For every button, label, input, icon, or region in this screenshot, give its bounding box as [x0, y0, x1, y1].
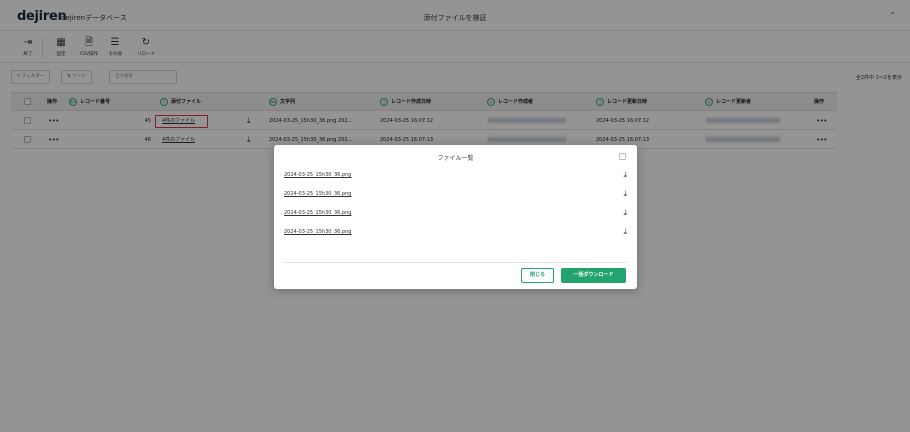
- list-item: 2024-03-25_15h30_36.png ⤓: [284, 189, 627, 201]
- file-link[interactable]: 2024-03-25_15h30_36.png: [284, 191, 351, 197]
- download-icon[interactable]: ⤓: [623, 227, 627, 237]
- file-list-dialog: ファイル一覧 2024-03-25_15h30_36.png ⤓ 2024-03…: [274, 145, 637, 289]
- file-link[interactable]: 2024-03-25_15h30_36.png: [284, 210, 351, 216]
- close-button[interactable]: 閉じる: [521, 268, 554, 283]
- file-link[interactable]: 2024-03-25_15h30_36.png: [284, 172, 351, 178]
- file-link[interactable]: 2024-03-25_15h30_36.png: [284, 229, 351, 235]
- download-all-button[interactable]: 一括ダウンロード: [561, 268, 626, 283]
- download-icon[interactable]: ⤓: [623, 189, 627, 199]
- download-icon[interactable]: ⤓: [623, 208, 627, 218]
- list-item: 2024-03-25_15h30_36.png ⤓: [284, 170, 627, 182]
- list-item: 2024-03-25_15h30_36.png ⤓: [284, 208, 627, 220]
- download-icon[interactable]: ⤓: [623, 170, 627, 180]
- dialog-divider: [284, 262, 627, 263]
- close-icon[interactable]: [619, 153, 626, 160]
- list-item: 2024-03-25_15h30_36.png ⤓: [284, 227, 627, 239]
- dialog-title: ファイル一覧: [437, 155, 474, 162]
